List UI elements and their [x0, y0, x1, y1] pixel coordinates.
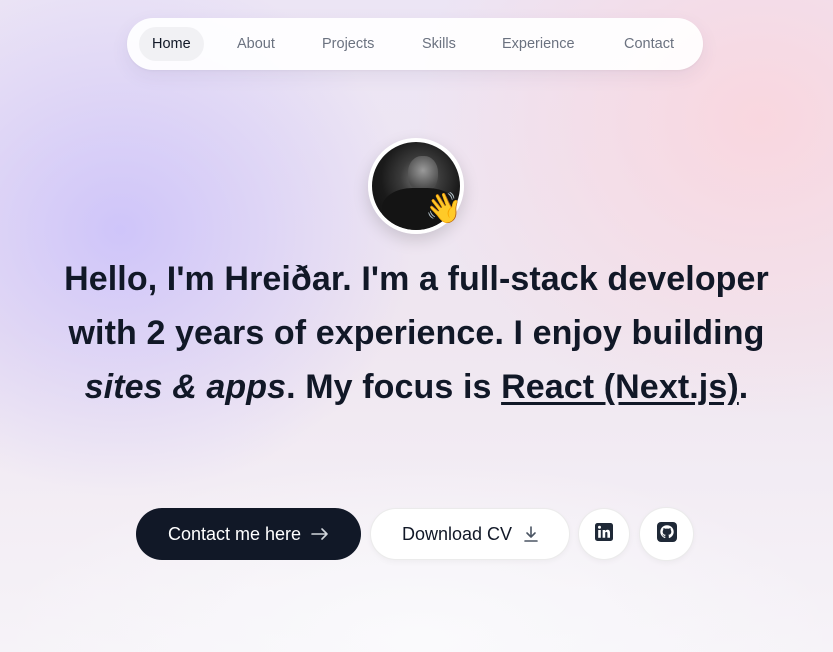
hero-headline: Hello, I'm Hreiðar. I'm a full-stack dev… [60, 252, 773, 414]
headline-years: 2 years [146, 314, 265, 352]
contact-me-label: Contact me here [167, 523, 302, 544]
headline-text-4: . My focus is [286, 368, 502, 406]
nav-projects[interactable]: Projects [309, 27, 387, 61]
download-icon [524, 526, 538, 542]
headline-text-2: with [68, 314, 147, 352]
linkedin-icon [595, 522, 613, 546]
headline-text-3: of experience. I enjoy building [264, 314, 765, 352]
nav-home[interactable]: Home [139, 27, 204, 61]
arrow-right-icon [311, 527, 329, 541]
download-cv-button[interactable]: Download CV [370, 508, 570, 560]
download-cv-label: Download CV [401, 523, 513, 544]
nav-skills[interactable]: Skills [409, 27, 469, 61]
github-icon [656, 521, 677, 547]
nav-about[interactable]: About [224, 27, 288, 61]
linkedin-button[interactable] [578, 508, 630, 560]
top-navigation: Home About Projects Skills Experience Co… [127, 18, 703, 70]
headline-greeting: Hello, I'm Hreiðar. [64, 260, 352, 298]
contact-me-button[interactable]: Contact me here [136, 508, 361, 560]
waving-hand-icon: 👋 [425, 191, 463, 226]
nav-experience[interactable]: Experience [489, 27, 588, 61]
nav-contact[interactable]: Contact [611, 27, 687, 61]
headline-what: sites & apps [84, 368, 287, 406]
github-button[interactable] [639, 507, 694, 561]
headline-text-5: . [738, 368, 749, 406]
avatar-portrait-head [408, 156, 438, 192]
headline-role: full-stack developer [447, 260, 769, 298]
profile-avatar-container: 👋 [368, 138, 464, 234]
headline-text-1: I'm a [351, 260, 448, 298]
headline-focus: React (Next.js) [501, 368, 739, 406]
